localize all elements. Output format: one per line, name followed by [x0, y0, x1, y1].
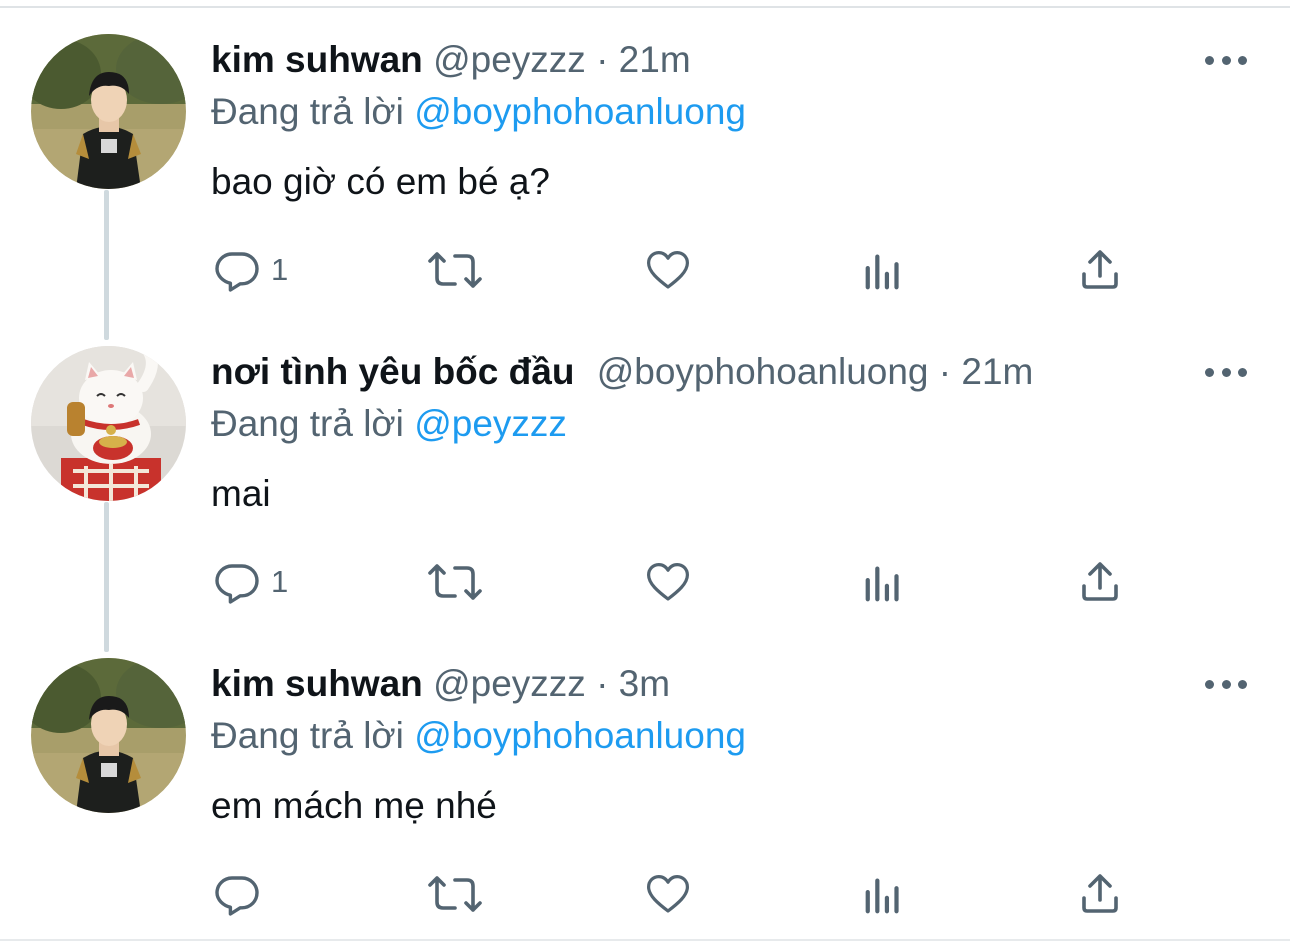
action-bar: [0, 866, 1290, 922]
share-icon: [1082, 874, 1118, 913]
replying-prefix: Đang trả lời: [211, 715, 404, 756]
reply-icon: [215, 252, 259, 292]
share-icon: [1082, 250, 1118, 289]
author-handle[interactable]: @peyzzz: [433, 663, 586, 704]
avatar[interactable]: [31, 346, 186, 501]
like-button[interactable]: [643, 554, 693, 610]
views-button[interactable]: [862, 554, 908, 610]
reply-icon: [215, 876, 259, 916]
reply-count: 1: [271, 564, 289, 599]
retweet-icon: [428, 252, 482, 288]
mention-link[interactable]: @boyphohoanluong: [414, 715, 746, 756]
tweet-text: bao giờ có em bé ạ?: [211, 161, 550, 202]
heart-icon: [647, 875, 689, 913]
like-button[interactable]: [643, 242, 693, 298]
retweet-button[interactable]: [427, 242, 483, 298]
reply-button[interactable]: 1: [213, 554, 288, 610]
heart-icon: [647, 563, 689, 601]
replying-to: Đang trả lời @boyphohoanluong: [211, 714, 746, 758]
tweet-text: mai: [211, 473, 271, 514]
retweet-icon: [428, 564, 482, 600]
share-button[interactable]: [1076, 242, 1124, 298]
action-bar: 1: [0, 554, 1290, 610]
separator-dot: ·: [596, 39, 609, 80]
views-button[interactable]: [862, 242, 908, 298]
separator-dot: ·: [938, 351, 952, 392]
views-icon: [865, 254, 899, 290]
author-name[interactable]: nơi tình yêu bốc đầu: [211, 351, 574, 392]
bottom-divider: [0, 939, 1290, 941]
author-name[interactable]: kim suhwan: [211, 663, 423, 704]
avatar[interactable]: [31, 34, 186, 189]
author-handle[interactable]: @peyzzz: [433, 39, 586, 80]
author-handle[interactable]: @boyphohoanluong: [597, 351, 929, 392]
heart-icon: [647, 251, 689, 289]
retweet-button[interactable]: [427, 554, 483, 610]
reply-icon: [215, 564, 259, 604]
share-button[interactable]: [1076, 866, 1124, 922]
reply-count: 1: [271, 252, 289, 287]
share-icon: [1082, 562, 1118, 601]
tweet-text: em mách mẹ nhé: [211, 785, 497, 826]
replying-prefix: Đang trả lời: [211, 403, 404, 444]
replying-to: Đang trả lời @peyzzz: [211, 402, 567, 446]
like-button[interactable]: [643, 866, 693, 922]
mention-link[interactable]: @boyphohoanluong: [414, 91, 746, 132]
retweet-button[interactable]: [427, 866, 483, 922]
more-icon[interactable]: [1205, 672, 1247, 696]
reply-button[interactable]: [213, 866, 271, 922]
tweet-header: kim suhwan @peyzzz · 3m: [211, 662, 670, 706]
tweet[interactable]: kim suhwan @peyzzz · 21m Đang trả lời @b…: [0, 0, 1290, 320]
more-icon[interactable]: [1205, 360, 1247, 384]
tweet-header: kim suhwan @peyzzz · 21m: [211, 38, 691, 82]
author-name[interactable]: kim suhwan: [211, 39, 423, 80]
action-bar: 1: [0, 242, 1290, 298]
separator-dot: ·: [596, 663, 609, 704]
replying-prefix: Đang trả lời: [211, 91, 404, 132]
mention-link[interactable]: @peyzzz: [414, 403, 567, 444]
avatar[interactable]: [31, 658, 186, 813]
views-button[interactable]: [862, 866, 908, 922]
reply-button[interactable]: 1: [213, 242, 288, 298]
timestamp[interactable]: 21m: [961, 351, 1033, 392]
views-icon: [865, 566, 899, 602]
replying-to: Đang trả lời @boyphohoanluong: [211, 90, 746, 134]
timestamp[interactable]: 21m: [619, 39, 691, 80]
tweet[interactable]: kim suhwan @peyzzz · 3m Đang trả lời @bo…: [0, 632, 1290, 938]
share-button[interactable]: [1076, 554, 1124, 610]
views-icon: [865, 878, 899, 914]
tweet-header: nơi tình yêu bốc đầu @boyphohoanluong · …: [211, 350, 1033, 394]
more-icon[interactable]: [1205, 48, 1247, 72]
retweet-icon: [428, 876, 482, 912]
tweet[interactable]: nơi tình yêu bốc đầu @boyphohoanluong · …: [0, 320, 1290, 632]
timestamp[interactable]: 3m: [619, 663, 670, 704]
